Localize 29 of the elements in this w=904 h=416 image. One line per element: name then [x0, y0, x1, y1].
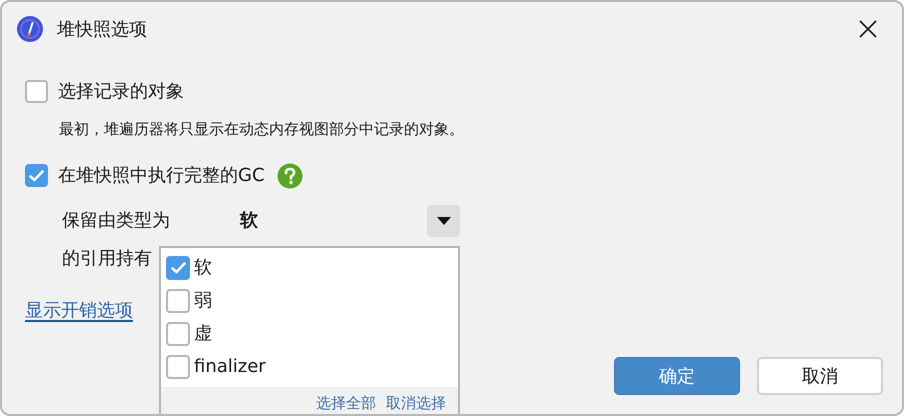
checkmark-icon [29, 170, 44, 182]
dropdown-button[interactable] [427, 204, 460, 236]
gauge-icon [16, 15, 44, 43]
option-label: 在堆快照中执行完整的GC [58, 164, 265, 188]
checkbox[interactable] [25, 164, 48, 187]
dropdown-option[interactable]: finalizer [194, 353, 266, 380]
selected-value: 软 [240, 209, 259, 233]
dropdown-option[interactable]: 虚 [194, 320, 212, 347]
checkbox[interactable] [25, 80, 48, 102]
checkbox[interactable] [166, 354, 190, 378]
dropdown-option[interactable]: 软 [194, 254, 212, 281]
retain-label: 的引用持有 [62, 247, 152, 271]
checkbox[interactable] [166, 288, 190, 312]
cancel-button[interactable]: 取消 [757, 357, 883, 395]
dropdown-option[interactable]: 弱 [194, 287, 212, 314]
caret-icon [436, 216, 450, 224]
checkbox[interactable] [166, 256, 190, 280]
option-label: 选择记录的对象 [58, 80, 184, 104]
retain-label: 保留由类型为 [62, 209, 171, 233]
footer-link[interactable]: 选择全部 [316, 394, 376, 412]
close-icon [859, 20, 877, 38]
help-icon[interactable] [276, 162, 303, 188]
overhead-options-link[interactable]: 显示开销选项 [25, 296, 133, 324]
checkbox[interactable] [166, 322, 190, 346]
footer-link[interactable]: 取消选择 [386, 394, 446, 412]
ok-button[interactable]: 确定 [614, 357, 740, 395]
option-description: 最初，堆遍历器将只显示在动态内存视图部分中记录的对象。 [59, 119, 465, 140]
window-title: 堆快照选项 [57, 18, 147, 42]
checkmark-icon [170, 262, 186, 274]
